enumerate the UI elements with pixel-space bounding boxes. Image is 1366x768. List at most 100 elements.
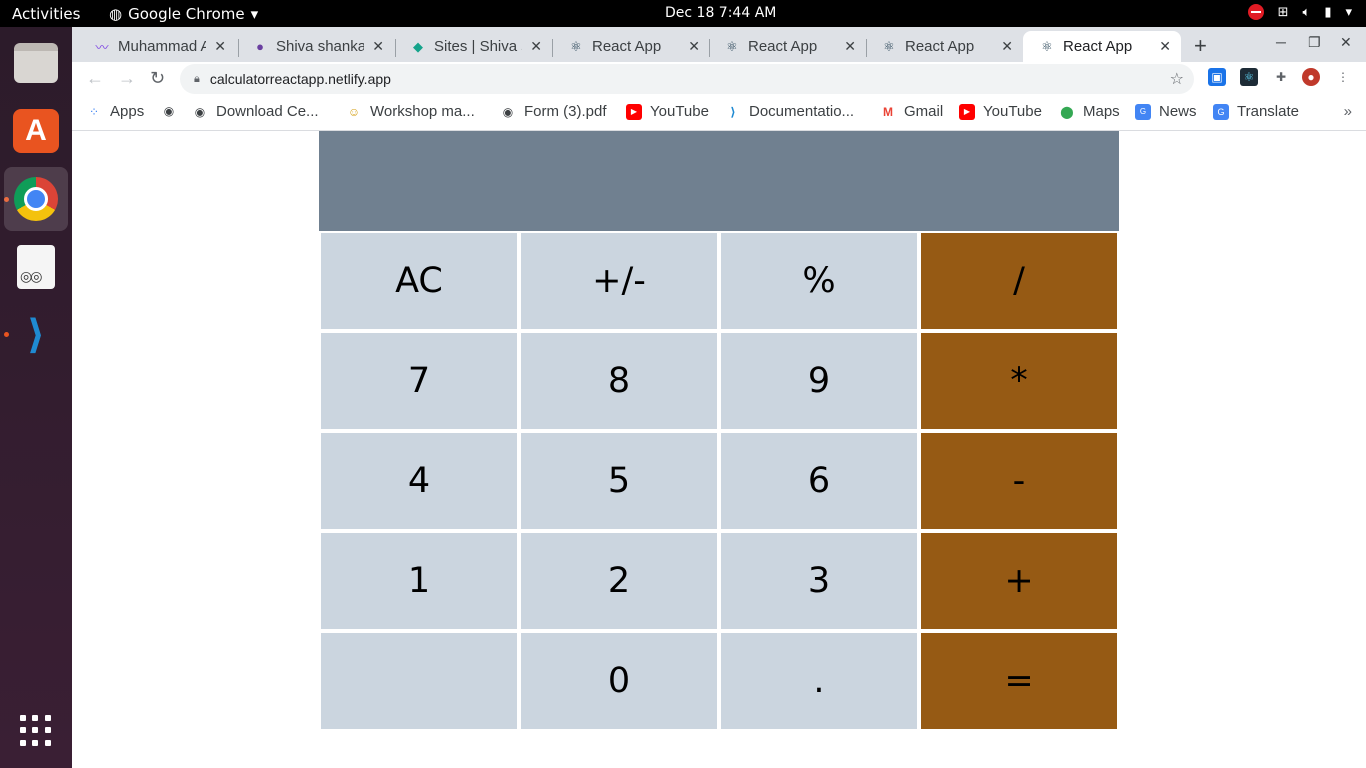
files-launcher[interactable] — [4, 31, 68, 95]
react-icon: ⚛ — [570, 38, 582, 54]
digit-4-button[interactable]: 4 — [321, 433, 517, 529]
software-store-launcher[interactable]: A — [4, 99, 68, 163]
bookmark-download-ce[interactable]: ◉ Download Ce... — [192, 103, 319, 120]
toolbar: ← → ↻ 🔒︎ calculatorreactapp.netlify.app … — [72, 62, 1366, 94]
url-text: calculatorreactapp.netlify.app — [209, 71, 391, 87]
globe-icon: ◉ — [163, 104, 175, 118]
browser-tab[interactable]: ◆ Sites | Shiva sh ✕ — [394, 31, 552, 62]
close-icon[interactable]: ✕ — [214, 38, 226, 55]
clear-button[interactable]: AC — [321, 233, 517, 329]
digit-6-button[interactable]: 6 — [721, 433, 917, 529]
multiply-button[interactable]: * — [921, 333, 1117, 429]
browser-tab[interactable]: ⚛ React App ✕ — [708, 31, 866, 62]
toggle-sign-button[interactable]: +/- — [521, 233, 717, 329]
vscode-icon: ⟩ — [26, 313, 46, 357]
system-tray[interactable]: ⊞ 🔈︎ ▮ ▾ — [1247, 4, 1352, 20]
pulse-icon: 〰 — [95, 40, 109, 55]
digit-8-button[interactable]: 8 — [521, 333, 717, 429]
lock-icon[interactable]: 🔒︎ — [194, 73, 200, 86]
close-icon[interactable]: ✕ — [530, 38, 542, 55]
new-tab-button[interactable]: + — [1194, 33, 1207, 59]
chevron-down-icon: ▾ — [1345, 4, 1352, 20]
chevron-down-icon: ▾ — [250, 5, 259, 23]
app-menu[interactable]: ◍ Google Chrome ▾ — [109, 5, 258, 23]
more-bookmarks-icon[interactable]: » — [1344, 103, 1352, 120]
digit-5-button[interactable]: 5 — [521, 433, 717, 529]
bookmark-documentation[interactable]: ⟩ Documentatio... — [725, 103, 854, 120]
clock[interactable]: Dec 18 7:44 AM — [665, 5, 776, 21]
bookmark-youtube-2[interactable]: ▶ YouTube — [959, 103, 1042, 120]
more-menu-icon[interactable]: ⋮ — [1334, 68, 1352, 86]
profile-avatar[interactable]: ● — [1302, 68, 1320, 86]
bookmark-form-pdf[interactable]: ◉ Form (3).pdf — [500, 103, 607, 120]
app-menu-label: Google Chrome — [128, 5, 245, 23]
translate-icon: G — [1213, 103, 1229, 120]
apps-grid-icon: ⁘ — [88, 104, 100, 119]
digit-1-button[interactable]: 1 — [321, 533, 517, 629]
system-top-bar: Activities ◍ Google Chrome ▾ Dec 18 7:44… — [0, 0, 1366, 27]
close-icon[interactable]: ✕ — [1159, 38, 1171, 55]
chrome-icon — [14, 177, 58, 221]
decimal-button[interactable]: . — [721, 633, 917, 729]
tab-title: Muhammad A — [118, 38, 207, 55]
bookmark-apps[interactable]: ⁘ Apps — [86, 103, 144, 120]
chrome-launcher[interactable] — [4, 167, 68, 231]
bookmark-translate[interactable]: G Translate — [1213, 103, 1299, 120]
files-icon — [14, 43, 58, 83]
address-bar[interactable]: 🔒︎ calculatorreactapp.netlify.app ☆ — [180, 64, 1194, 94]
show-applications-button[interactable] — [4, 699, 68, 763]
browser-tab-active[interactable]: ⚛ React App ✕ — [1023, 31, 1181, 62]
digit-0-button[interactable]: 0 — [521, 633, 717, 729]
close-icon[interactable]: ✕ — [372, 38, 384, 55]
divide-button[interactable]: / — [921, 233, 1117, 329]
percent-button[interactable]: % — [721, 233, 917, 329]
youtube-icon: ▶ — [626, 103, 642, 120]
app-grid-icon — [20, 715, 52, 747]
browser-tab[interactable]: 〰 Muhammad A ✕ — [78, 31, 236, 62]
globe-icon: ◉ — [194, 104, 206, 119]
digit-2-button[interactable]: 2 — [521, 533, 717, 629]
people-icon: ☺ — [347, 104, 361, 119]
puzzle-icon[interactable]: ✚ — [1272, 68, 1290, 86]
bookmark-star-icon[interactable]: ☆ — [1170, 69, 1184, 89]
close-icon[interactable]: ✕ — [1001, 38, 1013, 55]
forward-arrow-icon[interactable]: → — [118, 68, 136, 89]
bookmark-maps[interactable]: ⬤ Maps — [1059, 103, 1119, 120]
close-icon[interactable]: ✕ — [688, 38, 700, 55]
activities-button[interactable]: Activities — [12, 5, 80, 23]
blank-button[interactable] — [321, 633, 517, 729]
tab-title: React App — [1063, 38, 1133, 55]
bookmark-news[interactable]: G News — [1135, 103, 1197, 120]
reload-icon[interactable]: ↻ — [150, 68, 165, 89]
bookmark-gmail[interactable]: M Gmail — [880, 103, 943, 120]
volume-icon: 🔈︎ — [1302, 4, 1311, 20]
extension-icon[interactable]: ▣ — [1208, 68, 1226, 86]
bookmark-globe[interactable]: ◉ — [161, 103, 185, 119]
back-arrow-icon[interactable]: ← — [86, 68, 104, 89]
calculator: AC +/-%/ 7 8 9 * 4 5 6- 1 2 3 +0. = — [319, 131, 1119, 729]
browser-tab[interactable]: ⚛ React App ✕ — [552, 31, 710, 62]
digit-9-button[interactable]: 9 — [721, 333, 917, 429]
add-button[interactable]: + — [921, 533, 1117, 629]
subtract-button[interactable]: - — [921, 433, 1117, 529]
react-devtools-icon[interactable]: ⚛ — [1240, 68, 1258, 86]
bookmark-youtube[interactable]: ▶ YouTube — [626, 103, 709, 120]
digit-3-button[interactable]: 3 — [721, 533, 917, 629]
calculator-keypad: AC +/-%/ 7 8 9 * 4 5 6- 1 2 3 +0. = — [319, 231, 1119, 729]
restore-icon[interactable]: ❐ — [1308, 34, 1321, 51]
browser-tab[interactable]: ⚛ React App ✕ — [865, 31, 1023, 62]
vscode-launcher[interactable]: ⟩ — [4, 303, 68, 367]
close-icon[interactable]: ✕ — [844, 38, 856, 55]
equals-button[interactable]: = — [921, 633, 1117, 729]
software-store-icon: A — [13, 109, 59, 153]
document-reader-launcher[interactable] — [4, 235, 68, 299]
browser-tab[interactable]: ● Shiva shanka ✕ — [236, 31, 394, 62]
chrome-small-icon: ◍ — [109, 5, 123, 23]
bookmark-workshop[interactable]: ☺ Workshop ma... — [346, 103, 475, 120]
digit-7-button[interactable]: 7 — [321, 333, 517, 429]
news-icon: G — [1135, 103, 1151, 120]
minimize-icon[interactable]: ─ — [1276, 34, 1286, 50]
battery-icon: ▮ — [1324, 4, 1332, 20]
window-close-icon[interactable]: ✕ — [1340, 34, 1352, 51]
react-icon: ⚛ — [883, 38, 895, 54]
